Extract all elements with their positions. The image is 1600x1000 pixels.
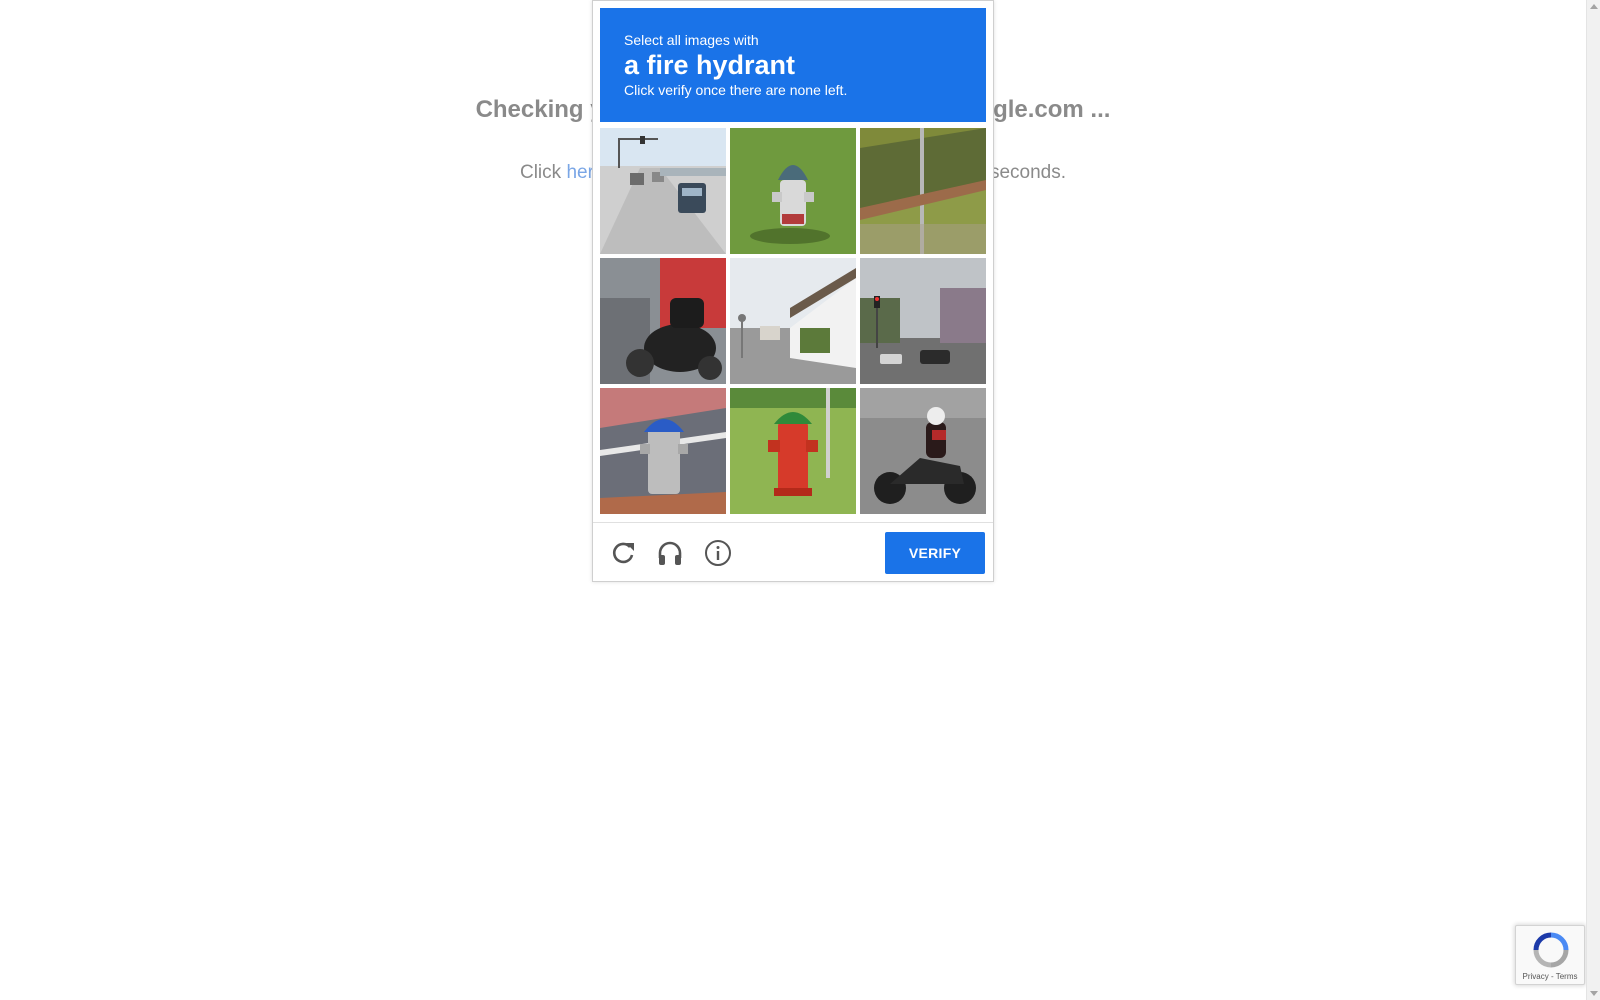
captcha-tile-5[interactable]	[730, 258, 856, 384]
terms-link[interactable]: Terms	[1556, 972, 1578, 981]
captcha-tile-2[interactable]	[730, 128, 856, 254]
recaptcha-badge[interactable]: Privacy - Terms	[1515, 925, 1585, 985]
captcha-tile-3[interactable]	[860, 128, 986, 254]
captcha-header: Select all images with a fire hydrant Cl…	[600, 8, 986, 122]
verify-button[interactable]: VERIFY	[885, 532, 985, 574]
privacy-link[interactable]: Privacy	[1523, 972, 1549, 981]
captcha-challenge: Select all images with a fire hydrant Cl…	[592, 0, 994, 582]
scroll-down-icon[interactable]	[1590, 991, 1598, 996]
info-icon[interactable]	[703, 538, 733, 568]
captcha-hint: Click verify once there are none left.	[624, 82, 848, 98]
captcha-tile-1[interactable]	[600, 128, 726, 254]
fire-hydrant-on-grass-image	[730, 128, 856, 254]
recaptcha-logo-icon	[1533, 932, 1569, 968]
motorcycle-rider-image	[860, 388, 986, 514]
fire-hydrant-red-green-image	[730, 388, 856, 514]
redirect-prefix: Click	[519, 162, 567, 183]
fire-hydrant-blue-cap-image	[600, 388, 726, 514]
captcha-instruction: Select all images with	[624, 32, 759, 48]
page-scrollbar[interactable]	[1586, 0, 1600, 1000]
captcha-tile-7[interactable]	[600, 388, 726, 514]
fence-on-hillside-image	[860, 128, 986, 254]
scooter-parked-image	[600, 258, 726, 384]
reload-icon[interactable]	[608, 538, 638, 568]
captcha-tile-6[interactable]	[860, 258, 986, 384]
badge-separator: -	[1548, 972, 1556, 981]
audio-headphones-icon[interactable]	[655, 538, 685, 568]
captcha-footer: VERIFY	[593, 522, 993, 582]
captcha-tile-8[interactable]	[730, 388, 856, 514]
badge-links: Privacy - Terms	[1516, 972, 1584, 981]
captcha-tile-4[interactable]	[600, 258, 726, 384]
captcha-tile-9[interactable]	[860, 388, 986, 514]
scroll-up-icon[interactable]	[1590, 4, 1598, 9]
street-houses-image	[730, 258, 856, 384]
street-traffic-light-image	[860, 258, 986, 384]
captcha-image-grid	[600, 128, 986, 514]
captcha-keyword: a fire hydrant	[624, 50, 796, 80]
highway-traffic-image	[600, 128, 726, 254]
